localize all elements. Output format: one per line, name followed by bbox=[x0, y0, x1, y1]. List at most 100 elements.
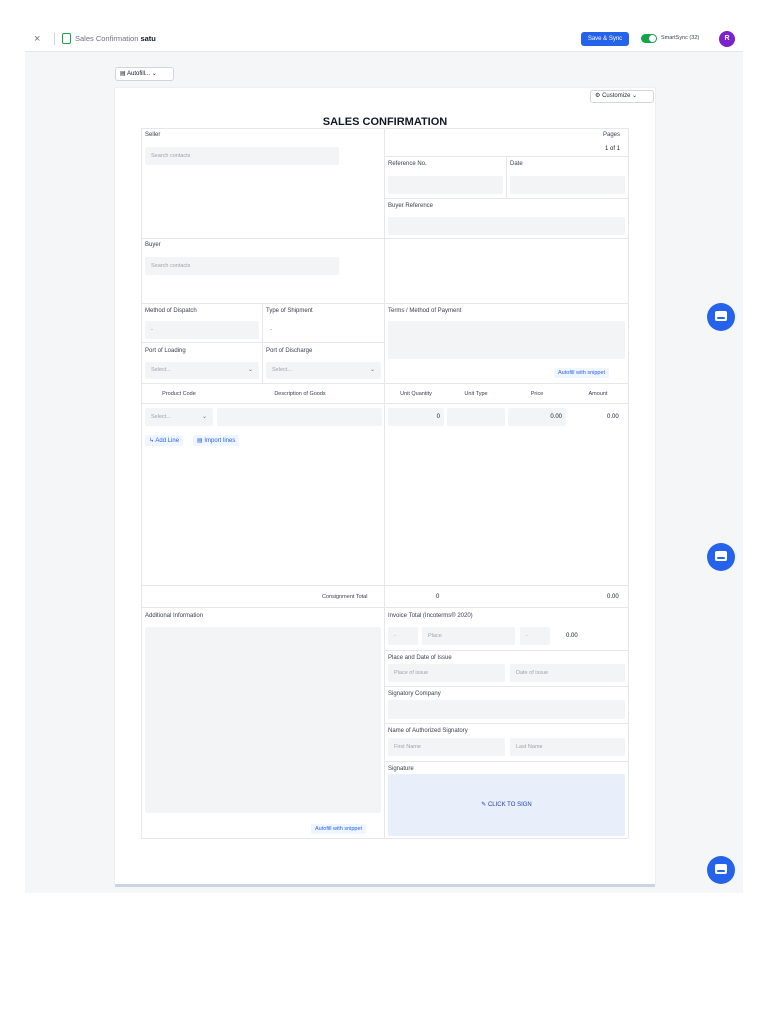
form-title: SALES CONFIRMATION bbox=[322, 116, 448, 128]
date-of-issue-input[interactable]: Date of issue bbox=[510, 664, 625, 682]
port-discharge-placeholder: Select... bbox=[272, 367, 292, 373]
type-shipment-value[interactable]: - bbox=[270, 327, 272, 333]
port-discharge-select[interactable]: Select... ⌄ bbox=[266, 362, 381, 379]
unit-type-input[interactable] bbox=[447, 408, 505, 426]
port-loading-select[interactable]: Select... ⌄ bbox=[145, 362, 259, 379]
consignment-total-label: Consignment Total bbox=[322, 594, 368, 600]
chat-icon[interactable] bbox=[707, 303, 735, 331]
grid-line bbox=[141, 607, 628, 608]
buyer-reference-input[interactable] bbox=[388, 217, 625, 235]
buyer-search-input[interactable]: Search contacts bbox=[145, 257, 339, 275]
grid-line bbox=[628, 128, 629, 838]
port-loading-placeholder: Select... bbox=[151, 367, 171, 373]
incoterm-select[interactable]: - bbox=[388, 627, 418, 645]
port-loading-label: Port of Loading bbox=[145, 348, 186, 354]
consignment-total-quantity: 0 bbox=[436, 594, 440, 600]
column-header-unit-quantity: Unit Quantity bbox=[400, 391, 432, 397]
import-lines-button[interactable]: ▤ Import lines bbox=[193, 435, 240, 446]
grid-line bbox=[141, 303, 628, 304]
product-code-select[interactable]: Select... ⌄ bbox=[145, 408, 213, 426]
add-line-label: Add Line bbox=[155, 438, 180, 444]
close-icon[interactable]: × bbox=[34, 33, 40, 45]
document-title: Sales Confirmation satu bbox=[75, 34, 156, 43]
column-header-product-code: Product Code bbox=[162, 391, 196, 397]
click-to-sign[interactable]: ✎ CLICK TO SIGN bbox=[388, 801, 625, 808]
grid-line bbox=[141, 383, 628, 384]
seller-search-input[interactable]: Search contacts bbox=[145, 147, 339, 165]
invoice-total-label: Invoice Total (Incoterms® 2020) bbox=[388, 613, 473, 619]
save-sync-button[interactable]: Save & Sync bbox=[581, 32, 629, 46]
document-name[interactable]: satu bbox=[140, 34, 155, 43]
place-date-label: Place and Date of Issue bbox=[388, 655, 452, 661]
chevron-down-icon: ⌄ bbox=[369, 367, 375, 373]
chat-icon[interactable] bbox=[707, 856, 735, 884]
grid-line bbox=[385, 198, 628, 199]
page-bottom-edge bbox=[115, 884, 655, 887]
date-label: Date bbox=[510, 161, 523, 167]
reference-label: Reference No. bbox=[388, 161, 427, 167]
chevron-down-icon: ⌄ bbox=[201, 414, 207, 420]
pages-label: Pages bbox=[603, 132, 621, 138]
price-input[interactable]: 0.00 bbox=[508, 408, 566, 426]
column-header-description: Description of Goods bbox=[274, 391, 326, 397]
port-discharge-label: Port of Discharge bbox=[266, 348, 313, 354]
chevron-down-icon: ⌄ bbox=[151, 71, 157, 77]
grid-line bbox=[385, 650, 628, 651]
unit-quantity-input[interactable]: 0 bbox=[388, 408, 444, 426]
chat-icon[interactable] bbox=[707, 543, 735, 571]
autofill-dropdown-button[interactable]: ▤ Autofill... ⌄ bbox=[115, 67, 174, 81]
seller-label: Seller bbox=[145, 132, 161, 138]
autofill-label: Autofill... bbox=[127, 71, 151, 77]
consignment-total-amount: 0.00 bbox=[607, 594, 619, 600]
grid-line bbox=[141, 238, 628, 239]
signature-area[interactable]: ✎ CLICK TO SIGN bbox=[388, 774, 625, 836]
date-input[interactable] bbox=[510, 176, 625, 194]
grid-line bbox=[385, 686, 628, 687]
topbar-divider bbox=[54, 33, 55, 45]
grid-line bbox=[141, 342, 384, 343]
grid-line bbox=[262, 303, 263, 383]
grid-line bbox=[384, 128, 385, 838]
buyer-reference-label: Buyer Reference bbox=[388, 203, 434, 209]
smartsync-label: SmartSync (32) bbox=[661, 35, 700, 41]
terms-input[interactable] bbox=[388, 321, 625, 359]
smartsync-toggle[interactable] bbox=[641, 34, 657, 43]
additional-autofill-snippet-button[interactable]: Autofill with snippet bbox=[311, 824, 367, 834]
product-code-placeholder: Select... bbox=[151, 414, 171, 420]
column-header-unit-type: Unit Type bbox=[464, 391, 488, 397]
currency-select[interactable]: - bbox=[520, 627, 550, 645]
first-name-input[interactable]: First Name bbox=[388, 738, 505, 756]
customize-button[interactable]: ⚙ Customize ⌄ bbox=[590, 90, 654, 103]
invoice-place-input[interactable]: Place bbox=[422, 627, 515, 645]
terms-autofill-snippet-button[interactable]: Autofill with snippet bbox=[554, 368, 610, 378]
grid-line bbox=[506, 156, 507, 198]
price-value: 0.00 bbox=[550, 414, 562, 420]
chevron-down-icon: ⌄ bbox=[632, 93, 638, 99]
column-header-price: Price bbox=[530, 391, 544, 397]
additional-info-textarea[interactable] bbox=[145, 627, 381, 813]
grid-line bbox=[385, 761, 628, 762]
grid-line bbox=[385, 723, 628, 724]
grid-line bbox=[141, 585, 628, 586]
unit-quantity-value: 0 bbox=[436, 414, 440, 420]
add-line-button[interactable]: ↳ Add Line bbox=[145, 435, 184, 446]
invoice-total-value: 0.00 bbox=[566, 633, 578, 639]
import-lines-label: Import lines bbox=[204, 438, 236, 444]
buyer-label: Buyer bbox=[145, 242, 161, 248]
method-dispatch-label: Method of Dispatch bbox=[145, 308, 197, 314]
last-name-input[interactable]: Last Name bbox=[510, 738, 625, 756]
reference-input[interactable] bbox=[388, 176, 503, 194]
description-input[interactable] bbox=[217, 408, 382, 426]
amount-value: 0.00 bbox=[607, 414, 619, 420]
top-bar: × Sales Confirmation satu Save & Sync Sm… bbox=[25, 26, 743, 52]
column-header-amount: Amount bbox=[588, 391, 608, 397]
grid-line bbox=[141, 128, 629, 129]
place-of-issue-input[interactable]: Place of issue bbox=[388, 664, 505, 682]
authorized-signatory-label: Name of Authorized Signatory bbox=[388, 728, 468, 734]
grid-line bbox=[141, 838, 628, 839]
grid-line bbox=[141, 403, 628, 404]
method-dispatch-input[interactable]: - bbox=[145, 321, 259, 339]
signatory-company-input[interactable] bbox=[388, 700, 625, 719]
avatar[interactable]: R bbox=[719, 31, 735, 47]
chevron-down-icon: ⌄ bbox=[247, 367, 253, 373]
